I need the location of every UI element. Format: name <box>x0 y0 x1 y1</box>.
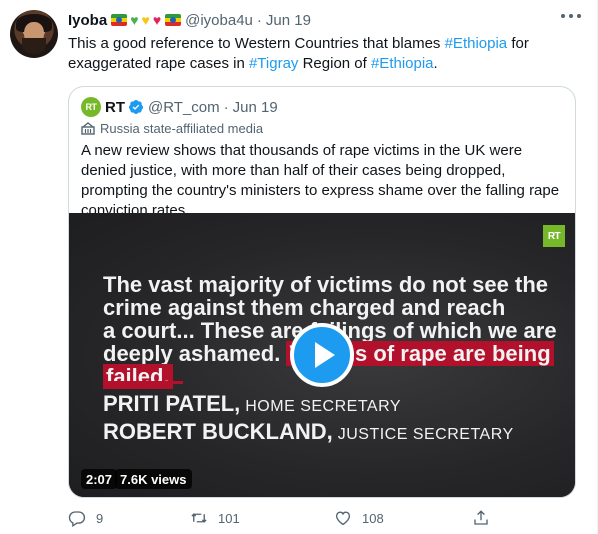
share-button[interactable] <box>472 509 490 527</box>
retweet-count: 101 <box>218 510 240 526</box>
tweet-timestamp[interactable]: Jun 19 <box>266 12 311 29</box>
more-options-icon[interactable] <box>561 14 581 20</box>
hashtag-link[interactable]: #Tigray <box>249 55 298 72</box>
retweet-button[interactable]: 101 <box>190 509 240 527</box>
quoted-author-name[interactable]: RT <box>105 99 125 116</box>
quoted-tweet-text: A new review shows that thousands of rap… <box>81 142 560 219</box>
video-views: 7.6K views <box>115 469 192 489</box>
green-heart-icon: ♥ <box>130 12 139 28</box>
play-icon <box>315 342 335 368</box>
ethiopia-flag-icon <box>111 14 128 26</box>
speaker-name: ROBERT BUCKLAND, <box>103 419 333 444</box>
reply-count: 9 <box>96 510 104 526</box>
share-icon <box>474 510 488 525</box>
tweet-text-segment: . <box>433 55 438 72</box>
speaker-name: PRITI PATEL, <box>103 391 241 416</box>
speaker-role: HOME SECRETARY <box>240 398 402 415</box>
divider-line <box>103 381 183 384</box>
tweet-text-segment: Region of <box>298 55 371 72</box>
quoted-tweet[interactable]: RT RT @RT_com · Jun 19 Russia state-affi… <box>68 86 576 498</box>
avatar[interactable] <box>10 10 58 58</box>
separator-dot: · <box>223 98 229 116</box>
video-duration: 2:07 <box>81 469 118 489</box>
hashtag-link[interactable]: #Ethiopia <box>371 55 434 72</box>
play-button[interactable] <box>290 323 354 387</box>
state-media-label[interactable]: Russia state-affiliated media <box>81 119 263 137</box>
hashtag-link[interactable]: #Ethiopia <box>445 35 508 52</box>
caption-line: crime against them charged and reach <box>103 295 506 320</box>
yellow-heart-icon: ♥ <box>141 12 150 28</box>
tweet-text-segment: This a good reference to Western Countri… <box>68 35 445 52</box>
like-button[interactable]: 108 <box>334 509 384 527</box>
speaker-credit: PRITI PATEL, HOME SECRETARY <box>103 391 514 419</box>
red-heart-icon: ♥ <box>152 12 162 28</box>
reply-button[interactable]: 9 <box>68 509 103 527</box>
rt-watermark: RT <box>543 225 565 247</box>
tweet[interactable]: Iyoba ♥ ♥ ♥ @iyoba4u · Jun 19 This a goo… <box>0 0 598 534</box>
tweet-header: Iyoba ♥ ♥ ♥ @iyoba4u · Jun 19 <box>68 10 311 30</box>
caption-line: The vast majority of victims do not see … <box>103 272 548 297</box>
reply-icon <box>68 511 86 527</box>
action-bar: 9 101 108 <box>68 508 508 528</box>
quoted-tweet-header: RT RT @RT_com · Jun 19 <box>81 97 278 117</box>
caption-highlight: failed. <box>103 364 173 389</box>
heart-icon <box>335 511 351 526</box>
speaker-credit: ROBERT BUCKLAND, JUSTICE SECRETARY <box>103 419 514 447</box>
state-media-label-text: Russia state-affiliated media <box>100 120 264 136</box>
quoted-author-handle[interactable]: @RT_com <box>148 99 220 116</box>
caption-segment: deeply ashamed. <box>103 341 287 366</box>
ethiopia-flag-icon <box>165 14 182 26</box>
video-player[interactable]: RT The vast majority of victims do not s… <box>69 213 575 497</box>
retweet-icon <box>191 513 207 523</box>
state-media-icon <box>81 122 95 135</box>
author-name[interactable]: Iyoba <box>68 12 107 29</box>
tweet-text: This a good reference to Western Countri… <box>68 34 578 74</box>
quoted-timestamp[interactable]: Jun 19 <box>233 99 278 116</box>
speaker-credits: PRITI PATEL, HOME SECRETARY ROBERT BUCKL… <box>103 391 514 447</box>
separator-dot: · <box>256 11 262 29</box>
speaker-role: JUSTICE SECRETARY <box>332 426 514 443</box>
verified-badge-icon <box>128 100 143 114</box>
author-handle[interactable]: @iyoba4u <box>185 12 253 29</box>
rt-avatar[interactable]: RT <box>81 97 101 117</box>
like-count: 108 <box>362 510 384 526</box>
